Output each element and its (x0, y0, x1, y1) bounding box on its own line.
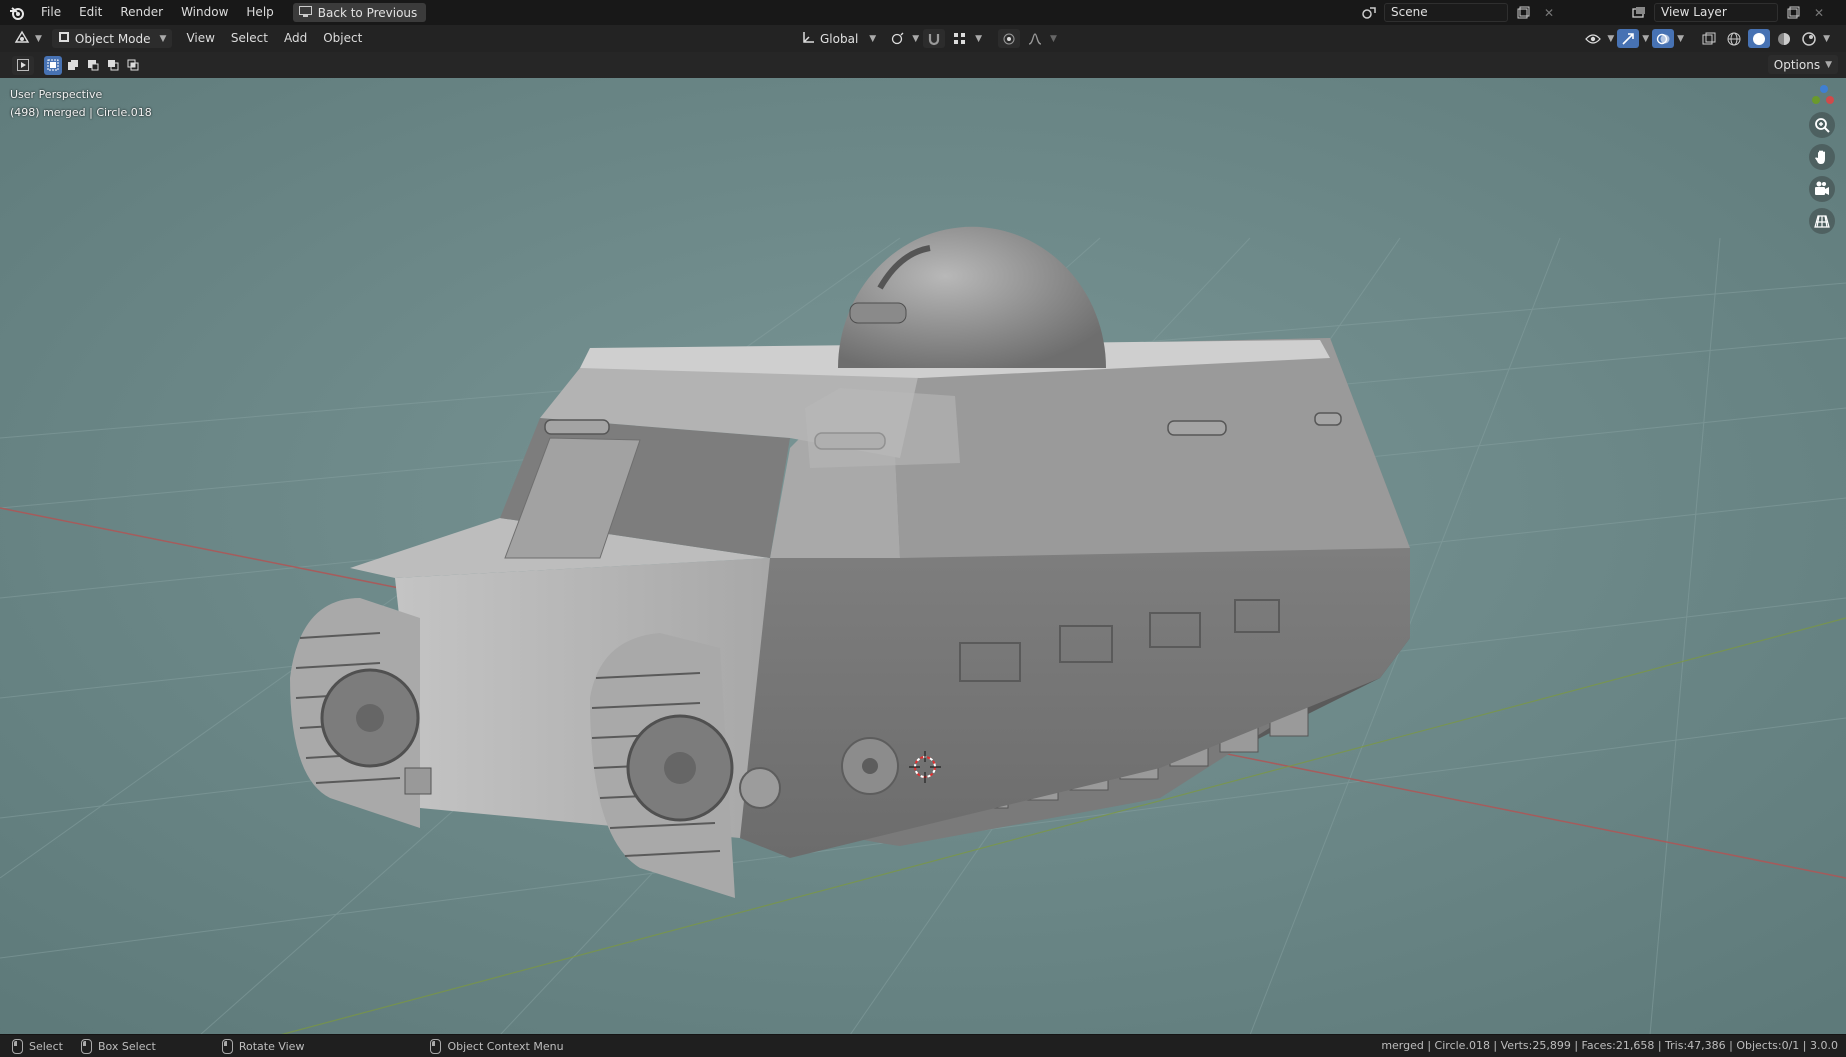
status-box-select-label: Box Select (97, 1039, 156, 1053)
camera-view-icon[interactable] (1809, 176, 1835, 202)
tool-settings-row: Options ▼ (0, 52, 1846, 78)
new-scene-icon[interactable] (1512, 3, 1534, 22)
mouse-right-icon (430, 1038, 442, 1054)
mouse-middle-icon (221, 1038, 233, 1054)
gizmo-toggle-icon[interactable] (1617, 29, 1640, 48)
chevron-down-icon: ▼ (912, 33, 920, 44)
viewport-header: ▼ Object Mode ▼ View Select Add Object G… (0, 25, 1846, 53)
proportional-editing-icon[interactable] (998, 29, 1021, 48)
header-menu-object[interactable]: Object (315, 25, 370, 52)
chevron-down-icon: ▼ (1607, 33, 1615, 44)
delete-view-layer-icon[interactable]: ✕ (1808, 3, 1830, 22)
transform-orientation-dropdown[interactable]: Global ▼ (796, 29, 882, 48)
menu-help[interactable]: Help (237, 0, 282, 25)
back-to-previous-button[interactable]: Back to Previous (292, 3, 427, 22)
pivot-point-icon[interactable] (886, 29, 908, 48)
pan-hand-icon[interactable] (1809, 144, 1835, 170)
chevron-down-icon: ▼ (1677, 33, 1685, 44)
visibility-eye-icon[interactable] (1582, 29, 1604, 48)
scene-statistics: merged | Circle.018 | Verts:25,899 | Fac… (1381, 1039, 1838, 1052)
snap-increment-icon[interactable] (949, 29, 971, 48)
xray-toggle-icon[interactable] (1698, 29, 1720, 48)
status-rotate-view-label: Rotate View (238, 1039, 305, 1053)
select-difference-icon[interactable] (104, 56, 122, 75)
overlays-toggle-icon[interactable] (1652, 29, 1675, 48)
chevron-down-icon: ▼ (159, 33, 167, 44)
scene-browse-icon[interactable] (1358, 3, 1380, 22)
mouse-drag-icon (80, 1038, 92, 1054)
blender-logo-icon[interactable] (8, 4, 26, 22)
3d-viewport[interactable]: User Perspective (498) merged | Circle.0… (0, 78, 1846, 1035)
chevron-down-icon: ▼ (1823, 33, 1830, 44)
falloff-curve-icon[interactable] (1024, 29, 1046, 48)
rendered-shading-icon[interactable] (1798, 29, 1820, 48)
orientation-axes-icon (802, 31, 815, 47)
viewport-info: User Perspective (498) merged | Circle.0… (10, 86, 152, 122)
object-mode-icon (58, 31, 70, 46)
select-intersect-icon[interactable] (124, 56, 142, 75)
status-rotate-view: Rotate View (221, 1038, 305, 1054)
header-menu-add[interactable]: Add (276, 25, 315, 52)
status-context-menu-label: Object Context Menu (447, 1039, 564, 1053)
status-context-menu: Object Context Menu (430, 1038, 564, 1054)
chevron-down-icon: ▼ (1825, 59, 1832, 70)
active-tool-icon[interactable] (12, 55, 34, 75)
options-label: Options (1773, 57, 1821, 72)
chevron-down-icon: ▼ (1642, 33, 1650, 44)
zoom-icon[interactable] (1809, 112, 1835, 138)
material-preview-icon[interactable] (1773, 29, 1795, 48)
object-info-label: (498) merged | Circle.018 (10, 106, 152, 119)
axis-gizmo-icon[interactable] (1808, 84, 1836, 106)
view-layer-field[interactable]: View Layer (1654, 3, 1778, 22)
menu-render[interactable]: Render (111, 0, 172, 25)
chevron-down-icon: ▼ (1050, 33, 1057, 44)
chevron-down-icon: ▼ (869, 33, 877, 44)
status-select-label: Select (29, 1039, 63, 1053)
snap-toggle-icon[interactable] (923, 29, 946, 48)
wireframe-shading-icon[interactable] (1723, 29, 1745, 48)
solid-shading-icon[interactable] (1748, 29, 1771, 48)
menu-window[interactable]: Window (172, 0, 237, 25)
chevron-down-icon: ▼ (975, 33, 983, 44)
back-to-previous-label: Back to Previous (317, 5, 418, 20)
navigation-gizmo (1808, 84, 1836, 234)
view-layer-browse-icon[interactable] (1628, 3, 1650, 22)
mouse-left-icon (12, 1038, 23, 1054)
perspective-label: User Perspective (10, 88, 103, 101)
top-bar: File Edit Render Window Help Back to Pre… (0, 0, 1846, 25)
editor-type-icon (14, 30, 30, 47)
select-subtract-icon[interactable] (84, 56, 102, 75)
scene-field[interactable]: Scene (1384, 3, 1508, 22)
status-bar: Select Box Select Rotate View Object Con… (0, 1034, 1846, 1057)
mode-label: Object Mode (74, 31, 151, 46)
orientation-label: Global (820, 31, 859, 46)
chevron-down-icon: ▼ (35, 33, 42, 44)
select-extend-icon[interactable] (64, 56, 82, 75)
mode-dropdown[interactable]: Object Mode ▼ (51, 29, 173, 48)
status-box-select: Box Select (80, 1038, 156, 1054)
screen-icon (298, 5, 312, 20)
perspective-toggle-grid-icon[interactable] (1809, 208, 1835, 234)
delete-scene-icon[interactable]: ✕ (1538, 3, 1560, 22)
menu-file[interactable]: File (32, 0, 70, 25)
header-menu-view[interactable]: View (178, 25, 222, 52)
editor-type-dropdown[interactable]: ▼ (8, 29, 48, 48)
viewport-scene (0, 78, 1846, 1035)
select-new-icon[interactable] (44, 55, 62, 75)
options-dropdown[interactable]: Options ▼ (1767, 55, 1838, 74)
status-select: Select (12, 1038, 63, 1054)
header-menu-select[interactable]: Select (223, 25, 276, 52)
menu-edit[interactable]: Edit (70, 0, 111, 25)
new-view-layer-icon[interactable] (1782, 3, 1804, 22)
